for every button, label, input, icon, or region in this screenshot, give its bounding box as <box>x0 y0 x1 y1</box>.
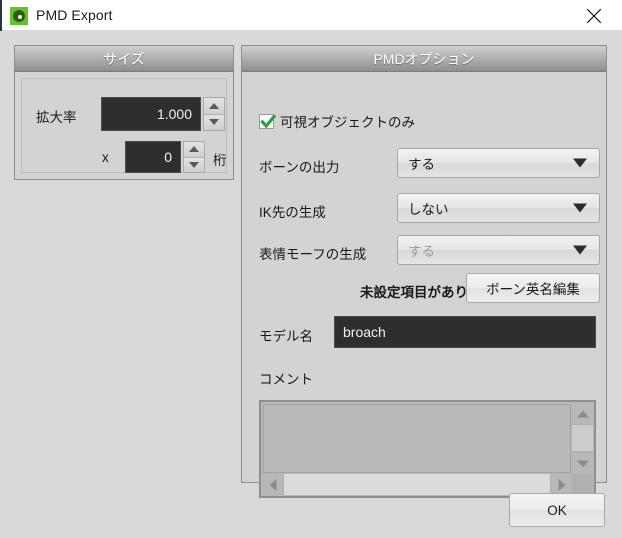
scale-input[interactable]: 1.000 <box>101 97 201 131</box>
pmd-options-group-box: PMDオプション 可視オブジェクトのみ ボーンの出力 する IK先の生成 しない… <box>241 45 607 498</box>
scroll-up-icon <box>576 410 589 417</box>
comment-vertical-scrollbar[interactable] <box>572 403 593 474</box>
mqo-green-ring-icon <box>10 7 28 25</box>
scroll-down-icon <box>576 460 589 467</box>
window-left-edge <box>0 0 2 31</box>
size-group-box: サイズ 拡大率 1.000 x 0 桁 <box>14 45 234 180</box>
horizontal-scroll-track[interactable] <box>284 474 550 495</box>
checkbox-box <box>259 113 277 129</box>
scale-label: 拡大率 <box>36 110 77 125</box>
scroll-left-icon <box>269 478 276 491</box>
scroll-up-button[interactable] <box>572 403 593 424</box>
scroll-right-icon <box>558 478 565 491</box>
comment-horizontal-scrollbar[interactable] <box>262 474 572 495</box>
spinner-up-icon <box>209 102 219 109</box>
spinner-up-icon <box>189 146 199 153</box>
bone-output-value: する <box>408 157 435 172</box>
comment-textarea-wrapper <box>259 400 596 498</box>
comment-input[interactable] <box>263 404 571 473</box>
digits-multiplier-label: x <box>102 150 109 165</box>
morph-generation-select[interactable]: する <box>397 235 600 265</box>
scroll-down-button[interactable] <box>572 453 593 474</box>
bone-output-label: ボーンの出力 <box>259 160 340 175</box>
close-icon[interactable] <box>572 0 616 30</box>
pmd-options-group-title: PMDオプション <box>242 46 606 72</box>
vertical-scroll-thumb[interactable] <box>572 425 593 451</box>
digits-input[interactable]: 0 <box>125 141 181 173</box>
ik-generation-label: IK先の生成 <box>259 205 326 220</box>
scrollbar-corner <box>572 474 593 495</box>
scale-stepper-up[interactable] <box>204 98 224 114</box>
title-bar: PMD Export <box>0 0 622 31</box>
model-name-input[interactable]: broach <box>334 316 596 348</box>
scale-stepper-down[interactable] <box>204 113 224 130</box>
scale-stepper[interactable] <box>203 97 225 131</box>
size-group-body: 拡大率 1.000 x 0 桁 <box>21 78 227 173</box>
digits-stepper[interactable] <box>183 141 205 173</box>
pmd-options-group-body: 可視オブジェクトのみ ボーンの出力 する IK先の生成 しない 表情モーフの生成… <box>245 73 603 498</box>
spinner-down-icon <box>189 161 199 168</box>
comment-label: コメント <box>259 372 313 387</box>
digits-unit-label: 桁 <box>213 153 227 168</box>
digits-stepper-down[interactable] <box>184 156 204 172</box>
morph-generation-value: する <box>408 244 435 259</box>
ik-generation-value: しない <box>408 202 449 217</box>
spinner-down-icon <box>209 119 219 126</box>
model-name-label: モデル名 <box>259 329 313 344</box>
chevron-down-icon <box>573 158 587 168</box>
size-group-title: サイズ <box>15 46 233 72</box>
digits-stepper-up[interactable] <box>184 142 204 157</box>
visible-objects-only-checkbox[interactable]: 可視オブジェクトのみ <box>259 111 415 131</box>
scroll-right-button[interactable] <box>551 474 572 495</box>
chevron-down-icon <box>573 245 587 255</box>
ik-generation-select[interactable]: しない <box>397 193 600 223</box>
chevron-down-icon <box>573 203 587 213</box>
morph-generation-label: 表情モーフの生成 <box>259 247 367 262</box>
pmd-export-dialog: PMD Export サイズ 拡大率 1.000 x 0 桁 PMDオプション … <box>0 0 622 538</box>
window-title: PMD Export <box>36 7 113 23</box>
bone-english-edit-button[interactable]: ボーン英名編集 <box>466 273 600 303</box>
bone-output-select[interactable]: する <box>397 148 600 178</box>
visible-objects-only-label: 可視オブジェクトのみ <box>280 115 415 130</box>
ok-button[interactable]: OK <box>509 493 605 527</box>
checkmark-icon <box>260 113 277 128</box>
scroll-left-button[interactable] <box>262 474 283 495</box>
